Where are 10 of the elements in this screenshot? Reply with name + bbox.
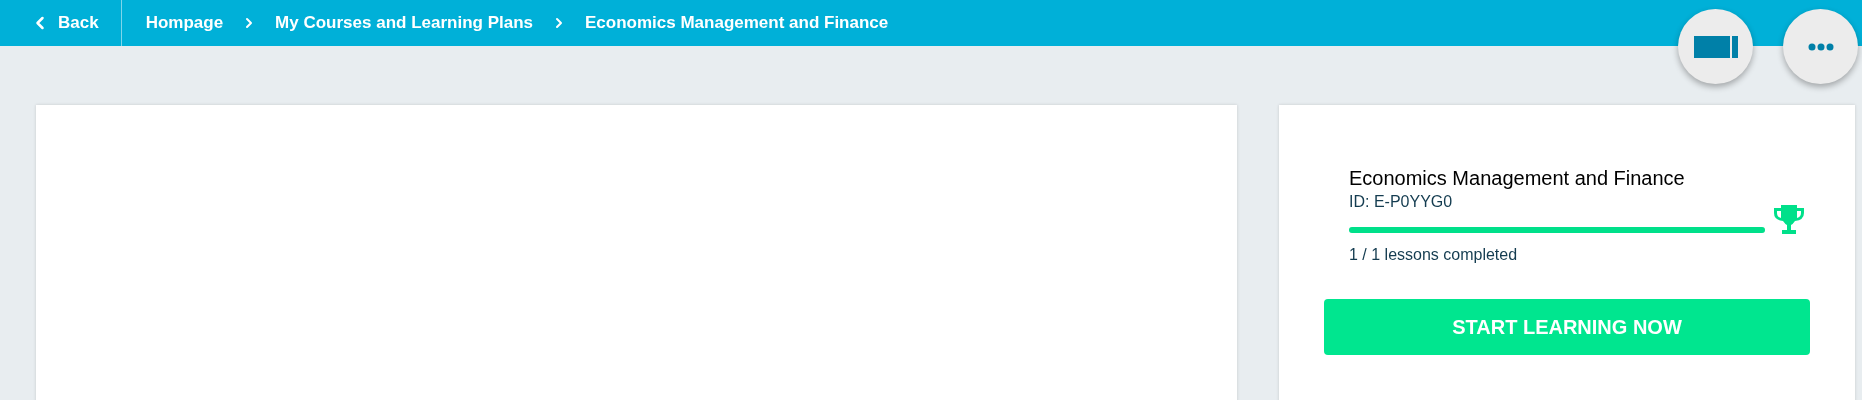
breadcrumb-link[interactable]: Economics Management and Finance	[585, 10, 889, 36]
course-title: Economics Management and Finance	[1349, 166, 1686, 191]
lessons-completed: 1 / 1 lessons completed	[1349, 245, 1519, 265]
breadcrumb-link[interactable]: My Courses and Learning Plans	[275, 10, 533, 36]
more-icon	[1807, 42, 1834, 51]
course-id: ID: E-P0YYG0	[1349, 192, 1454, 212]
panel-icon	[1693, 35, 1738, 58]
start-learning-button[interactable]: START LEARNING NOW	[1324, 299, 1810, 355]
breadcrumb-link[interactable]: Hompage	[145, 10, 224, 36]
back-button[interactable]: Back	[0, 0, 122, 46]
